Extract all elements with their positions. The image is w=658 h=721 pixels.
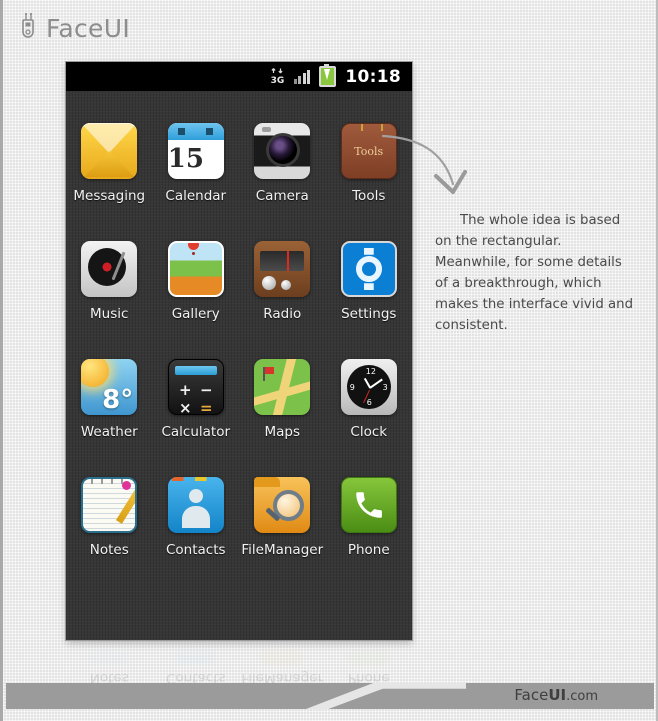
camera-icon [254,123,311,179]
footer-notch-shape [306,683,466,709]
status-bar-clock: 10:18 [345,66,401,87]
calendar-day: 15 [167,144,204,174]
notes-icon [81,477,138,533]
app-weather[interactable]: 8° Weather [66,359,153,477]
app-camera[interactable]: Camera [239,123,326,241]
app-phone[interactable]: Phone [326,477,413,595]
app-clock[interactable]: 12 3 6 9 Clock [326,359,413,477]
3g-icon: 3G [270,68,285,86]
app-label: Radio [263,306,302,322]
app-maps[interactable]: Maps [239,359,326,477]
app-label: Settings [341,306,397,322]
app-label: Tools [352,188,386,204]
clock-icon: 12 3 6 9 [340,359,397,415]
app-notes[interactable]: Notes [66,477,153,595]
app-label: Clock [350,424,388,440]
footer-brand-b: UI [548,686,567,704]
annotation-text: The whole idea is based on the rectangul… [435,213,634,333]
filemanager-icon [254,477,311,533]
app-contacts[interactable]: Contacts [153,477,240,595]
radio-icon [254,241,311,297]
app-filemanager[interactable]: FileManager [239,477,326,595]
phone-reflection: Notes Contacts FileManager Phone [66,640,412,686]
app-label: Weather [80,424,138,440]
svg-text:3G: 3G [271,76,285,85]
calc-key: = [199,399,213,415]
app-label: Contacts [165,542,226,558]
app-label: Music [90,306,129,322]
app-settings[interactable]: Settings [326,241,413,359]
app-label: Gallery [171,306,220,322]
battery-charging-icon [319,64,337,87]
app-music[interactable]: Music [66,241,153,359]
app-messaging[interactable]: Messaging [66,123,153,241]
weather-icon: 8° [81,359,138,415]
app-label: Maps [264,424,301,440]
footer-brand-c: .com [566,689,598,704]
tools-badge: Tools [354,144,384,158]
weather-temperature: 8° [102,385,134,415]
logo-text: FaceUI [46,13,131,43]
app-calendar[interactable]: 15 Calendar [153,123,240,241]
calc-key: − [199,381,213,399]
app-label: FileManager [241,542,324,558]
clock-mark: 12 [365,367,376,376]
clock-mark: 9 [349,383,355,392]
footer-bar: FaceUI.com [6,683,654,709]
app-label: Phone [347,542,390,558]
calendar-icon: 15 [167,123,224,179]
calc-key: + [178,381,192,399]
app-grid: Messaging 15 Calendar Camera Tools Tools… [66,91,412,640]
phone-mockup: 3G 10:18 Messaging 15 Calendar Camera To… [66,62,412,640]
clock-mark: 6 [366,398,372,407]
app-label: Camera [255,188,309,204]
app-tools[interactable]: Tools Tools [326,123,413,241]
music-icon [81,241,138,297]
app-gallery[interactable]: Gallery [153,241,240,359]
page-background: FaceUI 3G 10:18 Messaging 15 Calendar Ca… [0,0,658,721]
app-label: Messaging [73,188,146,204]
status-bar: 3G 10:18 [66,62,412,91]
messaging-icon [81,123,138,179]
contacts-icon [167,477,224,533]
calc-key: × [178,399,192,415]
tools-icon: Tools [340,123,397,179]
calculator-icon: + − × = [167,359,224,415]
phone-icon [340,477,397,533]
app-calculator[interactable]: + − × = Calculator [153,359,240,477]
app-label: Calendar [165,188,227,204]
footer-brand-a: Face [514,686,549,704]
settings-icon [340,241,397,297]
footer-brand: FaceUI.com [514,686,598,704]
faceui-mark-icon [19,12,39,43]
app-radio[interactable]: Radio [239,241,326,359]
signal-bars-icon [293,69,311,84]
clock-mark: 3 [382,383,388,392]
header: FaceUI [19,8,130,48]
app-label: Notes [89,542,129,558]
maps-icon [254,359,311,415]
app-label: Calculator [161,424,231,440]
gallery-icon [167,241,224,297]
